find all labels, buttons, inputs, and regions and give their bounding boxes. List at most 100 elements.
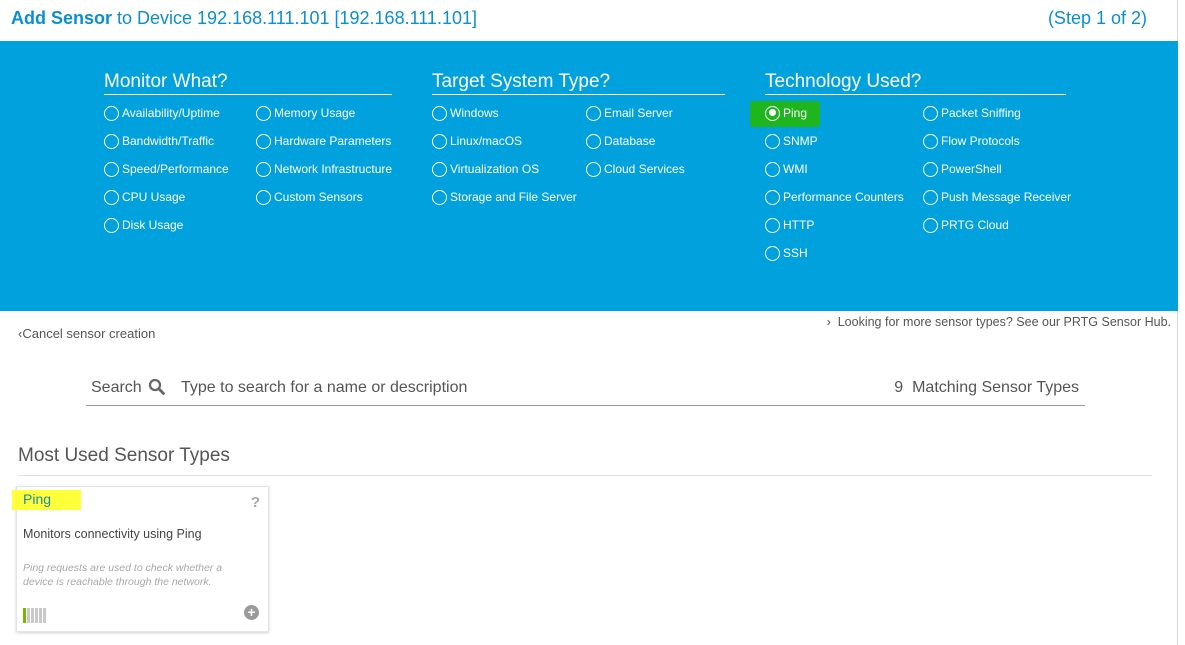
target-system-heading: Target System Type? <box>432 71 725 95</box>
radio-icon[interactable] <box>104 105 119 121</box>
sensor-description: Monitors connectivity using Ping <box>23 527 202 541</box>
radio-icon[interactable] <box>923 161 938 177</box>
option-label: Push Message Receiver <box>941 190 1072 204</box>
filter-option[interactable]: Email Server <box>586 104 673 122</box>
radio-icon[interactable] <box>104 161 119 177</box>
option-label: Hardware Parameters <box>274 134 392 148</box>
radio-icon[interactable] <box>923 105 938 121</box>
filter-option[interactable]: Flow Protocols <box>923 132 1020 150</box>
radio-icon[interactable] <box>256 189 271 205</box>
filter-option-ping-selected[interactable]: Ping <box>765 104 807 122</box>
filter-option[interactable]: Packet Sniffing <box>923 104 1021 122</box>
radio-icon[interactable] <box>765 245 780 261</box>
filter-option[interactable]: Linux/macOS <box>432 132 522 150</box>
filter-option[interactable]: Performance Counters <box>765 188 904 206</box>
filter-option[interactable]: Availability/Uptime <box>104 104 220 122</box>
option-label: Flow Protocols <box>941 134 1020 148</box>
option-label: Cloud Services <box>604 162 685 176</box>
radio-icon[interactable] <box>923 217 938 233</box>
filter-option[interactable]: Cloud Services <box>586 160 685 178</box>
search-bar: Search 9 Matching Sensor Types <box>86 373 1085 406</box>
option-label: PowerShell <box>941 162 1002 176</box>
filter-option[interactable]: CPU Usage <box>104 188 185 206</box>
impact-bar <box>31 608 34 623</box>
filter-option[interactable]: Disk Usage <box>104 216 183 234</box>
radio-icon[interactable] <box>586 161 601 177</box>
monitor-what-group: Monitor What? <box>104 71 392 95</box>
option-label: Ping <box>783 106 808 120</box>
option-label: CPU Usage <box>122 190 186 204</box>
chevron-right-icon: › <box>826 315 838 329</box>
filter-option[interactable]: SSH <box>765 244 808 262</box>
filter-panel: Monitor What? Target System Type? Techno… <box>0 41 1178 311</box>
radio-icon[interactable] <box>104 217 119 233</box>
filter-option[interactable]: SNMP <box>765 132 818 150</box>
title-device: to Device 192.168.111.101 [192.168.111.1… <box>112 8 477 28</box>
sensor-card-ping[interactable]: Ping ? Monitors connectivity using Ping … <box>12 486 269 632</box>
radio-icon[interactable] <box>432 189 447 205</box>
title-action: Add Sensor <box>11 8 113 28</box>
filter-option[interactable]: Speed/Performance <box>104 160 229 178</box>
filter-option[interactable]: Custom Sensors <box>256 188 363 206</box>
filter-option[interactable]: WMI <box>765 160 808 178</box>
option-label: Custom Sensors <box>274 190 363 204</box>
option-label: PRTG Cloud <box>941 218 1009 232</box>
radio-icon[interactable] <box>432 133 447 149</box>
option-label: Windows <box>450 106 499 120</box>
radio-icon[interactable] <box>923 189 938 205</box>
option-label: SNMP <box>783 134 818 148</box>
filter-option[interactable]: Storage and File Server <box>432 188 577 206</box>
performance-impact-meter <box>23 608 46 623</box>
sensor-name[interactable]: Ping <box>23 491 51 507</box>
radio-icon[interactable] <box>104 189 119 205</box>
option-label: Storage and File Server <box>450 190 577 204</box>
radio-icon[interactable] <box>432 105 447 121</box>
matching-count: 9 Matching Sensor Types <box>894 379 1079 397</box>
radio-icon[interactable] <box>586 133 601 149</box>
option-label: Network Infrastructure <box>274 162 393 176</box>
radio-icon[interactable] <box>256 105 271 121</box>
option-label: Linux/macOS <box>450 134 523 148</box>
filter-option[interactable]: Windows <box>432 104 499 122</box>
filter-option[interactable]: Hardware Parameters <box>256 132 391 150</box>
help-icon[interactable]: ? <box>251 494 260 511</box>
filter-option[interactable]: Bandwidth/Traffic <box>104 132 214 150</box>
filter-option[interactable]: Network Infrastructure <box>256 160 392 178</box>
filter-option[interactable]: PRTG Cloud <box>923 216 1009 234</box>
filter-option[interactable]: Memory Usage <box>256 104 355 122</box>
radio-icon[interactable] <box>765 161 780 177</box>
filter-option[interactable]: PowerShell <box>923 160 1002 178</box>
matching-count-value: 9 <box>894 379 904 396</box>
filter-option[interactable]: Virtualization OS <box>432 160 539 178</box>
radio-icon[interactable] <box>256 133 271 149</box>
impact-bar <box>23 608 26 623</box>
step-indicator: (Step 1 of 2) <box>1047 8 1147 28</box>
cancel-link[interactable]: ‹Cancel sensor creation <box>18 326 155 341</box>
filter-option[interactable]: Database <box>586 132 655 150</box>
radio-icon[interactable] <box>765 133 780 149</box>
option-label: SSH <box>783 246 808 260</box>
sensor-hub-link[interactable]: › Looking for more sensor types? See our… <box>827 315 1171 329</box>
search-input[interactable] <box>181 376 781 400</box>
radio-icon[interactable] <box>586 105 601 121</box>
radio-selected-icon[interactable] <box>765 105 780 121</box>
option-label: Disk Usage <box>122 218 184 232</box>
option-label: HTTP <box>783 218 815 232</box>
monitor-what-heading: Monitor What? <box>104 71 392 95</box>
filter-option[interactable]: Push Message Receiver <box>923 188 1071 206</box>
add-circle-icon[interactable]: + <box>244 605 259 620</box>
option-label: Performance Counters <box>783 190 904 204</box>
page-header: Add Sensor to Device 192.168.111.101 [19… <box>0 0 1178 41</box>
radio-icon[interactable] <box>256 161 271 177</box>
radio-icon[interactable] <box>765 189 780 205</box>
technology-heading: Technology Used? <box>765 71 1066 95</box>
impact-bar <box>35 608 38 623</box>
radio-icon[interactable] <box>104 133 119 149</box>
search-icon[interactable] <box>148 378 166 396</box>
filter-option[interactable]: HTTP <box>765 216 814 234</box>
radio-icon[interactable] <box>432 161 447 177</box>
impact-bar <box>39 608 42 623</box>
radio-icon[interactable] <box>765 217 780 233</box>
radio-icon[interactable] <box>923 133 938 149</box>
search-label: Search <box>91 379 142 396</box>
